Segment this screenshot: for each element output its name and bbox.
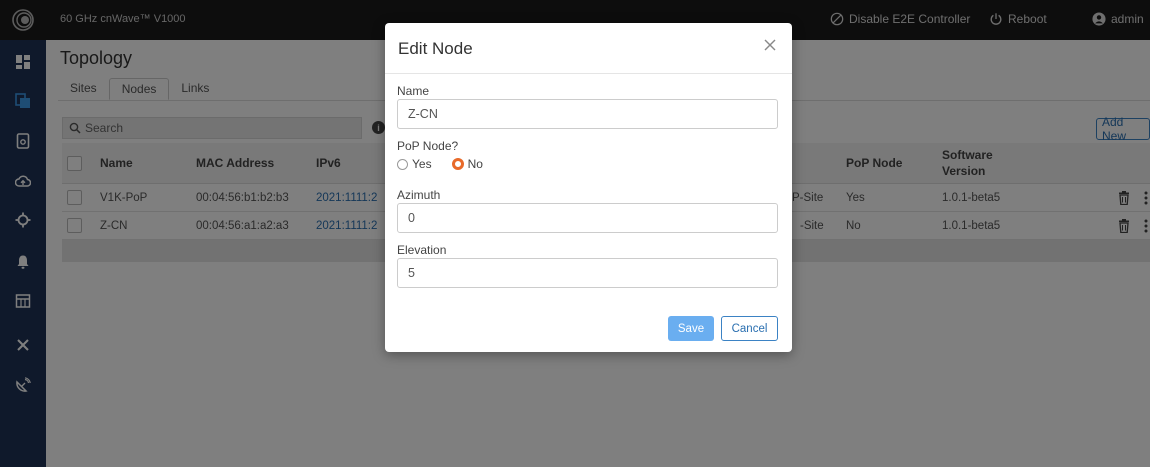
close-button[interactable] bbox=[762, 37, 778, 53]
pop-node-radio-group: Yes No bbox=[397, 157, 483, 171]
name-label: Name bbox=[397, 84, 430, 98]
name-field[interactable]: Z-CN bbox=[397, 99, 778, 129]
pop-no-label: No bbox=[467, 157, 483, 171]
dialog-title: Edit Node bbox=[398, 39, 473, 58]
cancel-button[interactable]: Cancel bbox=[721, 316, 778, 341]
pop-no-radio[interactable] bbox=[451, 158, 464, 170]
save-button[interactable]: Save bbox=[668, 316, 714, 341]
pop-yes-radio[interactable] bbox=[397, 158, 408, 170]
edit-node-dialog: Edit Node Name Z-CN PoP Node? Yes No Azi… bbox=[385, 23, 792, 352]
elevation-label: Elevation bbox=[397, 243, 447, 257]
pop-yes-label: Yes bbox=[412, 157, 432, 171]
azimuth-label: Azimuth bbox=[397, 188, 441, 202]
close-icon bbox=[764, 39, 776, 51]
pop-node-label: PoP Node? bbox=[397, 139, 459, 153]
elevation-field[interactable]: 5 bbox=[397, 258, 778, 288]
azimuth-field[interactable]: 0 bbox=[397, 203, 778, 233]
dialog-divider bbox=[385, 73, 792, 74]
